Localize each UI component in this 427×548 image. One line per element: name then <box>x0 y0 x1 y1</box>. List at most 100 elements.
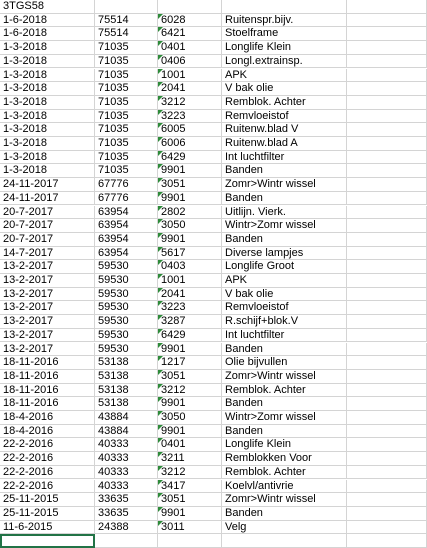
cell-order-number[interactable]: 71035 <box>95 137 158 151</box>
cell-date[interactable]: 20-7-2017 <box>0 219 95 233</box>
cell-extra[interactable] <box>347 452 427 466</box>
cell-description[interactable]: Remvloeistof <box>222 109 347 124</box>
cell-order-number[interactable]: 71035 <box>95 82 158 96</box>
cell-extra[interactable] <box>347 274 427 288</box>
cell-extra[interactable] <box>347 520 427 535</box>
cell-code[interactable]: 3051 <box>158 369 222 384</box>
cell-description[interactable]: Banden <box>222 342 347 357</box>
cell-code[interactable]: 3212 <box>158 383 222 398</box>
cell-order-number[interactable]: 53138 <box>95 397 158 411</box>
cell-code[interactable]: 9901 <box>158 424 222 439</box>
cell-description[interactable]: Olie bijvullen <box>222 356 347 370</box>
cell-extra[interactable] <box>347 205 427 220</box>
cell-order-number[interactable]: 40333 <box>95 438 158 453</box>
cell-code[interactable]: 3223 <box>158 109 222 124</box>
cell-extra[interactable] <box>347 315 427 329</box>
cell-extra[interactable] <box>347 164 427 179</box>
cell-order-number[interactable]: 63954 <box>95 232 158 247</box>
cell-date[interactable]: 18-11-2016 <box>0 369 95 384</box>
cell-extra[interactable] <box>347 424 427 439</box>
cell-extra[interactable] <box>347 328 427 343</box>
cell-order-number[interactable]: 75514 <box>95 13 158 28</box>
cell-date[interactable]: 13-2-2017 <box>0 260 95 274</box>
cell-code[interactable]: 9901 <box>158 232 222 247</box>
cell-date[interactable]: 24-11-2017 <box>0 191 95 206</box>
spreadsheet-grid[interactable]: 3TGS58 1-6-2018 75514 6028 Ruitenspr.bijv. 1-… <box>0 0 427 548</box>
cell-code[interactable]: 3287 <box>158 315 222 329</box>
cell-description[interactable]: APK <box>222 274 347 288</box>
cell-extra[interactable] <box>347 0 427 14</box>
cell-description[interactable]: V bak olie <box>222 287 347 302</box>
cell-description[interactable]: Longl.extrainsp. <box>222 54 347 69</box>
cell-date[interactable]: 13-2-2017 <box>0 328 95 343</box>
cell-code[interactable]: 3051 <box>158 493 222 507</box>
cell-order-number[interactable]: 67776 <box>95 178 158 192</box>
cell-order-number[interactable]: 71035 <box>95 164 158 179</box>
cell-description[interactable]: Banden <box>222 164 347 179</box>
cell-order-number[interactable]: 59530 <box>95 301 158 316</box>
cell-date[interactable]: 1-6-2018 <box>0 27 95 42</box>
cell-code[interactable]: 9901 <box>158 506 222 521</box>
cell-extra[interactable] <box>347 397 427 411</box>
cell-date[interactable]: 22-2-2016 <box>0 438 95 453</box>
cell-code[interactable]: 2802 <box>158 205 222 220</box>
cell-extra[interactable] <box>347 260 427 274</box>
cell-code[interactable]: 6028 <box>158 13 222 28</box>
cell-date[interactable]: 1-3-2018 <box>0 54 95 69</box>
cell-date[interactable]: 13-2-2017 <box>0 315 95 329</box>
cell-extra[interactable] <box>347 246 427 261</box>
cell-code[interactable]: 5617 <box>158 246 222 261</box>
cell-order-number[interactable]: 59530 <box>95 328 158 343</box>
cell-code[interactable]: 2041 <box>158 287 222 302</box>
cell-order-number[interactable]: 24388 <box>95 520 158 535</box>
cell-date[interactable]: 14-7-2017 <box>0 246 95 261</box>
cell-code[interactable]: 3212 <box>158 95 222 110</box>
cell-date[interactable]: 1-3-2018 <box>0 95 95 110</box>
cell-code[interactable]: 1001 <box>158 274 222 288</box>
cell-description[interactable]: Longlife Groot <box>222 260 347 274</box>
cell-description[interactable]: V bak olie <box>222 82 347 96</box>
cell-order-number[interactable]: 59530 <box>95 315 158 329</box>
cell-extra[interactable] <box>347 479 427 494</box>
cell-date[interactable]: 20-7-2017 <box>0 205 95 220</box>
cell-description[interactable] <box>222 0 347 14</box>
cell-code[interactable]: 3417 <box>158 479 222 494</box>
cell-order-number[interactable]: 71035 <box>95 68 158 83</box>
cell-extra[interactable] <box>347 383 427 398</box>
cell-code[interactable]: 9901 <box>158 342 222 357</box>
cell-order-number[interactable]: 40333 <box>95 465 158 480</box>
cell-extra[interactable] <box>347 506 427 521</box>
cell-description[interactable]: Remblok. Achter <box>222 383 347 398</box>
cell-extra[interactable] <box>347 68 427 83</box>
cell-date[interactable]: 22-2-2016 <box>0 452 95 466</box>
cell-code[interactable] <box>158 534 222 548</box>
cell-order-number[interactable]: 71035 <box>95 109 158 124</box>
cell-order-number[interactable]: 43884 <box>95 424 158 439</box>
cell-date[interactable]: 18-11-2016 <box>0 383 95 398</box>
cell-description[interactable]: Remblok. Achter <box>222 465 347 480</box>
cell-description[interactable]: Longlife Klein <box>222 438 347 453</box>
cell-extra[interactable] <box>347 438 427 453</box>
cell-date[interactable]: 1-3-2018 <box>0 109 95 124</box>
cell-order-number[interactable]: 71035 <box>95 95 158 110</box>
cell-order-number[interactable]: 71035 <box>95 123 158 137</box>
cell-date[interactable]: 1-3-2018 <box>0 150 95 165</box>
cell-code[interactable]: 3011 <box>158 520 222 535</box>
cell-description[interactable]: Int luchtfilter <box>222 328 347 343</box>
cell-extra[interactable] <box>347 534 427 548</box>
cell-date[interactable]: 1-3-2018 <box>0 164 95 179</box>
cell-order-number[interactable]: 59530 <box>95 260 158 274</box>
cell-code[interactable]: 3212 <box>158 465 222 480</box>
cell-code[interactable]: 9901 <box>158 191 222 206</box>
cell-description[interactable]: APK <box>222 68 347 83</box>
cell-description[interactable]: Zomr>Wintr wissel <box>222 178 347 192</box>
cell-extra[interactable] <box>347 82 427 96</box>
cell-code[interactable]: 0401 <box>158 438 222 453</box>
cell-date[interactable]: 1-3-2018 <box>0 68 95 83</box>
cell-extra[interactable] <box>347 369 427 384</box>
cell-extra[interactable] <box>347 123 427 137</box>
cell-date[interactable]: 18-4-2016 <box>0 411 95 425</box>
cell-extra[interactable] <box>347 41 427 55</box>
cell-date[interactable]: 22-2-2016 <box>0 465 95 480</box>
cell-description[interactable]: R.schijf+blok.V <box>222 315 347 329</box>
